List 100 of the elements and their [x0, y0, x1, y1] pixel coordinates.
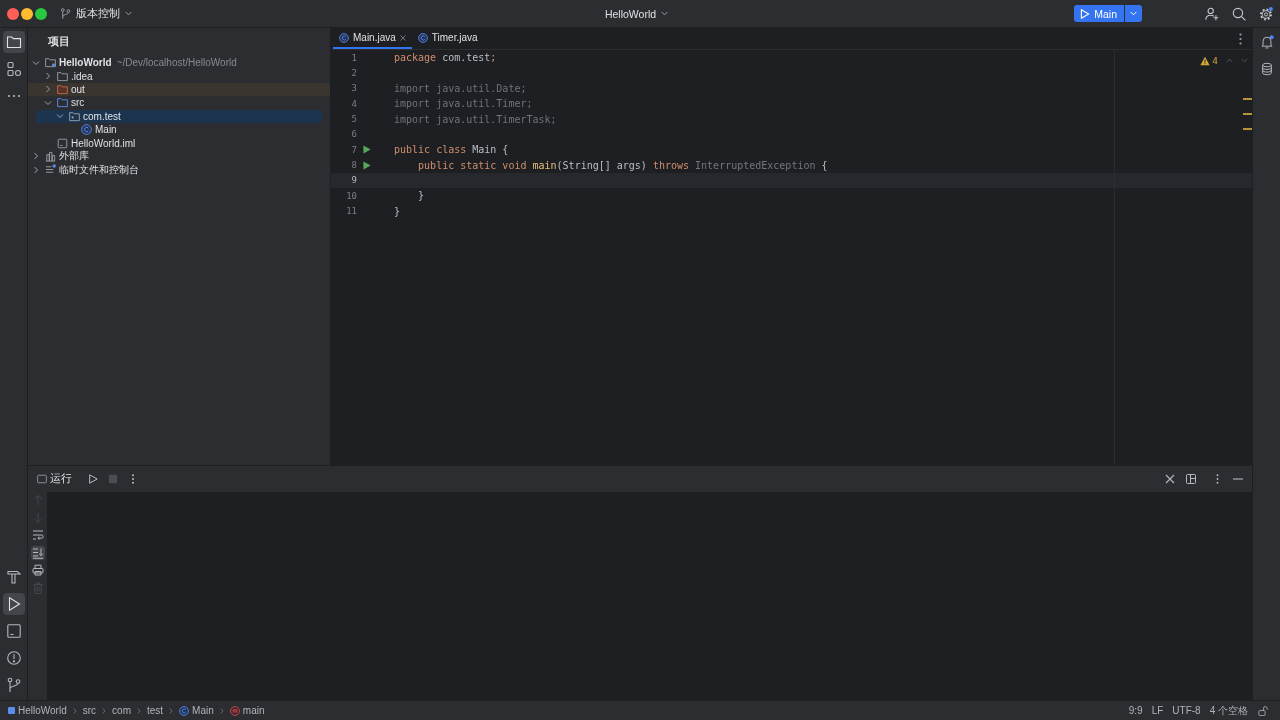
- tree-item[interactable]: src: [44, 97, 85, 109]
- line-number: 9: [351, 175, 357, 186]
- code-line: import java.util.TimerTask;: [394, 113, 557, 125]
- chevron-right-icon[interactable]: [32, 152, 40, 161]
- line-number: 6: [351, 129, 357, 140]
- tree-item[interactable]: HelloWorld.iml: [44, 137, 136, 149]
- line-number: 8: [351, 160, 357, 171]
- library-icon: [45, 150, 56, 162]
- chevron-down-icon: [1130, 10, 1137, 17]
- window-close-button[interactable]: [7, 7, 19, 20]
- folder-icon: [57, 70, 68, 82]
- cursor-position[interactable]: 9:9: [1128, 705, 1143, 716]
- line-number: 4: [351, 98, 357, 109]
- line-number: 2: [351, 68, 357, 78]
- branch-icon: [60, 8, 71, 19]
- breadcrumb[interactable]: test: [147, 705, 164, 716]
- tree-item[interactable]: HelloWorld ~/Dev/localhost/HelloWorld: [32, 57, 237, 69]
- rerun-icon[interactable]: [88, 474, 98, 484]
- line-number: 10: [346, 190, 357, 201]
- folder-icon: [57, 83, 68, 95]
- chevron-right-icon[interactable]: [32, 165, 40, 174]
- search-icon[interactable]: [1232, 6, 1246, 21]
- code-line: public class Main {: [394, 144, 509, 156]
- window-icon: [37, 474, 47, 484]
- more-icon[interactable]: [1216, 474, 1219, 484]
- file-icon: [57, 137, 68, 149]
- close-icon[interactable]: [1165, 474, 1175, 484]
- play-icon: [1080, 8, 1091, 19]
- line-number: 5: [351, 114, 357, 125]
- tree-item[interactable]: 临时文件和控制台: [32, 162, 139, 177]
- code-line: package com.test;: [394, 52, 497, 64]
- play-icon[interactable]: [2, 593, 25, 615]
- tree-item[interactable]: com.test: [56, 110, 121, 122]
- chevron-right-icon: [168, 707, 175, 714]
- add-user-icon[interactable]: [1205, 6, 1219, 21]
- module-icon: [8, 707, 15, 714]
- line-number: 3: [351, 83, 357, 94]
- chevron-down-icon[interactable]: [44, 98, 52, 107]
- run-gutter-icon[interactable]: [363, 145, 371, 155]
- project-path: ~/Dev/localhost/HelloWorld: [116, 57, 237, 69]
- chevron-down-icon: [661, 10, 669, 17]
- breadcrumb[interactable]: main: [229, 705, 265, 716]
- breadcrumb[interactable]: src: [82, 705, 97, 716]
- chevron-right-icon[interactable]: [44, 72, 52, 81]
- soft-wrap-icon[interactable]: [30, 528, 45, 542]
- run-panel-title[interactable]: 运行: [50, 472, 72, 486]
- line-number: 1: [351, 52, 357, 63]
- chevron-right-icon: [136, 707, 142, 714]
- code-line: }: [417, 190, 425, 202]
- breadcrumb[interactable]: Main: [179, 705, 214, 716]
- folder-icon[interactable]: [2, 31, 25, 53]
- editor-tab[interactable]: Main.java: [333, 28, 412, 49]
- warning-marker-icon[interactable]: [1243, 128, 1252, 131]
- editor-tab[interactable]: Timer.java: [411, 28, 484, 49]
- line-number: 11: [346, 206, 357, 217]
- class-icon: [179, 705, 190, 716]
- code-line: public static void main(String[] args) throws InterruptedException {: [417, 159, 828, 171]
- project-menu-button[interactable]: HelloWorld: [601, 5, 672, 22]
- vcs-menu-button[interactable]: 版本控制: [57, 4, 135, 23]
- chevron-right-icon: [218, 707, 225, 714]
- chevron-down-icon[interactable]: [32, 58, 40, 67]
- open-lock-icon[interactable]: [1258, 705, 1268, 716]
- scroll-to-end-icon[interactable]: [30, 545, 45, 560]
- code-line: import java.util.Date;: [394, 82, 527, 94]
- tree-item[interactable]: .idea: [44, 70, 93, 82]
- code-line: }: [394, 205, 401, 217]
- package-folder-icon: [69, 110, 80, 122]
- folder-icon: [57, 97, 68, 109]
- chevron-right-icon: [71, 707, 78, 714]
- warning-icon[interactable]: [1200, 55, 1211, 66]
- more-icon[interactable]: [1239, 32, 1242, 45]
- layout-icon[interactable]: [1186, 474, 1196, 484]
- chevron-right-icon: [101, 707, 108, 714]
- tree-item[interactable]: out: [44, 83, 85, 95]
- run-gutter-icon[interactable]: [363, 160, 371, 170]
- class-icon: [339, 32, 349, 43]
- scratch-list-icon: [45, 164, 56, 176]
- tree-item[interactable]: 外部库: [32, 149, 89, 164]
- code-line: import java.util.Timer;: [394, 98, 533, 110]
- close-icon[interactable]: [399, 34, 406, 41]
- window-minimize-button[interactable]: [21, 7, 33, 20]
- window-zoom-button[interactable]: [35, 7, 47, 20]
- module-folder-icon: [45, 57, 56, 69]
- chevron-down-icon: [125, 10, 132, 17]
- panel-title: 项目: [48, 35, 70, 49]
- settings-icon[interactable]: [1259, 6, 1273, 21]
- method-icon: [229, 705, 240, 716]
- printer-icon[interactable]: [30, 563, 45, 577]
- line-separator[interactable]: LF: [1151, 705, 1164, 716]
- tree-item[interactable]: Main: [68, 124, 117, 136]
- warning-count[interactable]: 4: [1212, 55, 1218, 66]
- warning-marker-icon[interactable]: [1243, 97, 1252, 100]
- indent-setting[interactable]: 4 个空格: [1209, 703, 1248, 718]
- breadcrumb[interactable]: HelloWorld: [8, 705, 67, 716]
- file-encoding[interactable]: UTF-8: [1172, 705, 1201, 716]
- class-icon: [417, 32, 428, 43]
- breadcrumb[interactable]: com: [112, 705, 131, 716]
- warning-marker-icon[interactable]: [1243, 113, 1252, 116]
- run-button[interactable]: Main: [1074, 5, 1124, 22]
- line-number: 7: [351, 144, 357, 155]
